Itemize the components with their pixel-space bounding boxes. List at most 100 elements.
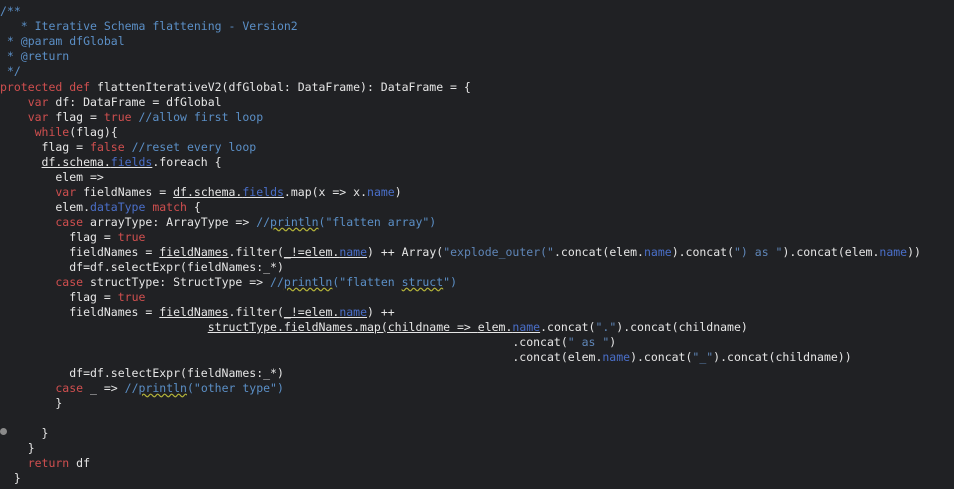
token: = <box>138 245 160 259</box>
code-line-16: flag = true <box>0 230 145 245</box>
token: _!=elem. <box>283 245 340 259</box>
token: name <box>512 320 541 334</box>
code-line-23: .concat(" as ") <box>0 335 616 350</box>
token: ("flatten array") <box>318 215 437 229</box>
token: while <box>0 125 70 139</box>
code-line-24: .concat(elem.name).concat("_").concat(ch… <box>0 350 851 365</box>
token: println <box>283 275 333 289</box>
code-line-2: * Iterative Schema flattening - Version2 <box>0 19 298 33</box>
token: dataType <box>90 200 146 214</box>
code-line-25: df=df.selectExpr(fieldNames:_*) <box>0 366 284 381</box>
code-line-6: protected def flattenIterativeV2(dfGloba… <box>0 80 471 95</box>
code-line-22: structType.fieldNames.map(childname => e… <box>0 320 748 335</box>
token: _!=elem. <box>283 305 340 319</box>
token: fields <box>110 155 153 169</box>
token: // <box>124 381 139 395</box>
token: var <box>0 95 56 109</box>
token: name <box>339 305 368 319</box>
token: :_*) <box>256 366 284 380</box>
code-line-26: case _ => //println("other type") <box>0 381 284 396</box>
token: structType: StructType => <box>90 275 271 289</box>
token: ("other type") <box>186 381 284 395</box>
token: flag <box>0 140 70 154</box>
token: true <box>117 230 146 244</box>
code-line-15: case arrayType: ArrayType => //println("… <box>0 215 436 230</box>
token: fieldNames <box>159 305 229 319</box>
token: .map(x => x. <box>283 185 368 199</box>
token: name <box>339 245 368 259</box>
token: arrayType: ArrayType => <box>90 215 257 229</box>
token: _ => <box>90 381 125 395</box>
token: ) <box>394 185 402 199</box>
token: df=df.selectExpr( <box>0 366 187 380</box>
token: ("flatten <box>332 275 402 289</box>
token: "." <box>595 320 617 334</box>
token: false <box>90 140 125 154</box>
token: = <box>96 230 118 244</box>
code-line-7: var df: DataFrame = dfGlobal <box>0 95 222 110</box>
token: name <box>367 185 395 199</box>
token: fieldNames <box>186 260 257 274</box>
code-line-14: elem.dataType match { <box>0 200 201 215</box>
token: println <box>138 381 187 395</box>
token: ).concat(elem. <box>782 245 880 259</box>
token: name <box>643 245 672 259</box>
token: protected def <box>0 80 97 94</box>
token: ) ++ Array( <box>367 245 444 259</box>
token: flag <box>0 290 97 304</box>
token: case <box>0 275 91 289</box>
token: ){ <box>103 125 118 139</box>
code-line-18: df=df.selectExpr(fieldNames:_*) <box>0 260 284 275</box>
code-line-9: while(flag){ <box>0 125 118 140</box>
token: ).concat( <box>671 245 734 259</box>
code-editor[interactable]: /** * Iterative Schema flattening - Vers… <box>0 0 954 489</box>
code-line-5: */ <box>0 64 21 78</box>
token: // <box>256 215 271 229</box>
token: true <box>117 290 146 304</box>
token: var <box>0 185 84 199</box>
token: df.schema. <box>173 185 243 199</box>
token: flag <box>0 230 97 244</box>
code-line-19: case structType: StructType => //println… <box>0 275 457 290</box>
code-line-21: fieldNames = fieldNames.filter(_!=elem.n… <box>0 305 394 320</box>
token: struct <box>401 275 444 289</box>
token: "explode_outer(" <box>443 245 554 259</box>
token: //allow first loop <box>131 110 264 124</box>
token: var <box>0 110 56 124</box>
token: .filter( <box>228 305 284 319</box>
token: df.schema. <box>41 155 111 169</box>
token: fieldNames <box>69 245 139 259</box>
token: elem. <box>0 200 91 214</box>
code-line-32: } <box>0 471 21 485</box>
code-line-10: flag = false //reset every loop <box>0 140 257 155</box>
token: = <box>138 305 160 319</box>
token: { <box>186 200 201 214</box>
token: flattenIterativeV2(dfGlobal: DataFrame):… <box>96 80 471 94</box>
token: name <box>602 350 631 364</box>
token: .foreach { <box>152 155 222 169</box>
code-line-20: flag = true <box>0 290 145 305</box>
token: = <box>69 140 91 154</box>
token: df=df.selectExpr( <box>0 260 187 274</box>
token: .concat( <box>512 335 568 349</box>
token: case <box>0 381 91 395</box>
token: ).concat( <box>630 350 693 364</box>
token: df: DataFrame = dfGlobal <box>55 95 222 109</box>
code-line-29: } <box>0 426 49 440</box>
token: fieldNames <box>83 185 153 199</box>
token: .filter( <box>228 245 284 259</box>
token: :_*) <box>256 260 284 274</box>
token: name <box>879 245 908 259</box>
code-line-31: return df <box>0 456 90 471</box>
token: elem. <box>477 320 513 334</box>
token: true <box>103 110 132 124</box>
token: return <box>0 456 77 470</box>
token: .fieldNames.map(childname => <box>276 320 478 334</box>
token: df <box>76 456 91 470</box>
token: println <box>270 215 319 229</box>
token: "_" <box>692 350 714 364</box>
token: fieldNames <box>69 305 139 319</box>
